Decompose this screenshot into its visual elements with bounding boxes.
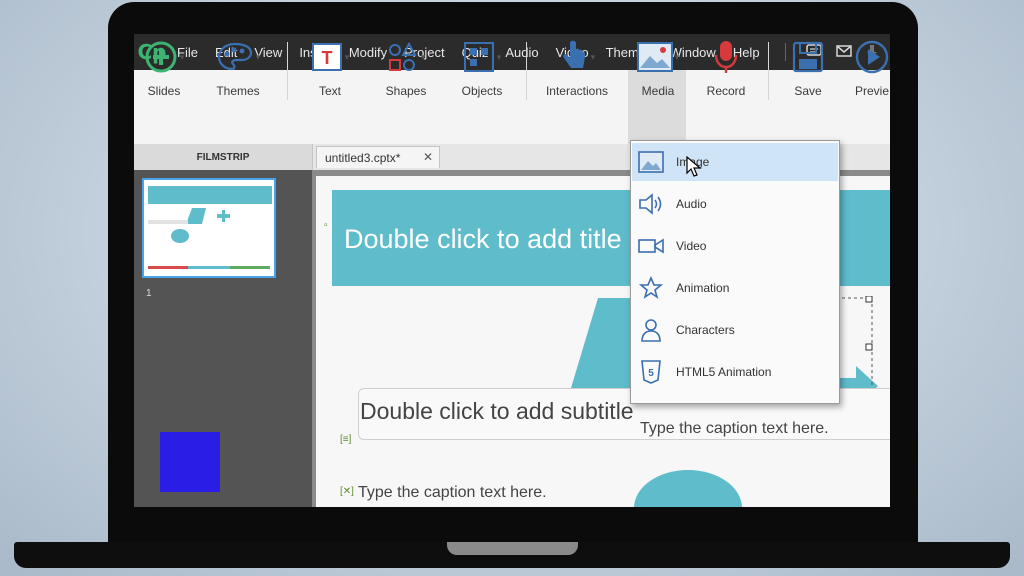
title-placeholder[interactable]: Double click to add title [344, 224, 622, 255]
microphone-icon [713, 34, 739, 80]
caption-text-right[interactable]: Type the caption text here. [640, 420, 829, 438]
svg-text:5: 5 [648, 368, 654, 379]
html5-icon: 5 [638, 359, 664, 385]
play-icon [855, 34, 889, 80]
interactions-button[interactable]: ▾ Interactions [542, 34, 612, 108]
shapes-button[interactable]: ▾ Shapes [378, 34, 434, 108]
preview-label: Previe [854, 84, 889, 98]
menu-item-label: Audio [676, 197, 707, 211]
text-icon: T ▾ [311, 34, 349, 80]
record-button[interactable]: Record [700, 34, 752, 108]
floppy-icon [792, 34, 824, 80]
themes-label: Themes [216, 84, 260, 98]
slide-thumbnail[interactable] [142, 178, 276, 278]
toolbar-divider [768, 42, 769, 100]
n-logo [160, 432, 220, 492]
subtitle-placeholder[interactable]: Double click to add subtitle [360, 398, 634, 425]
shapes-icon: ▾ [387, 34, 425, 80]
text-button[interactable]: T ▾ Text [302, 34, 358, 108]
toolbar-divider [287, 42, 288, 100]
caption-marker-icon: [✕] [340, 486, 354, 497]
svg-text:T: T [321, 48, 332, 68]
toolbar-divider [526, 42, 527, 100]
objects-button[interactable]: ▾ Objects [454, 34, 510, 108]
speaker-icon [638, 191, 664, 217]
media-button[interactable]: ▾ Media [630, 34, 686, 108]
menu-item-label: Animation [676, 281, 730, 295]
menu-item-video[interactable]: Video [632, 227, 838, 265]
laptop-notch [447, 542, 578, 555]
document-tab-title: untitled3.cptx* [325, 150, 401, 165]
save-label: Save [794, 84, 822, 98]
add-slide-icon: ▾ [144, 34, 184, 80]
title-marker-icon: ▫ [324, 220, 328, 231]
filmstrip-header: FILMSTRIP [134, 144, 313, 170]
subtitle-marker-icon: [≡] [340, 434, 352, 445]
menu-audio[interactable]: Audio [505, 45, 538, 60]
menu-item-image[interactable]: Image [632, 143, 838, 181]
menu-item-audio[interactable]: Audio [632, 185, 838, 223]
ellipse-shape[interactable] [632, 468, 744, 507]
tab-document[interactable]: untitled3.cptx* ✕ [316, 146, 440, 168]
app-window: Cp File Edit View Insert Modify Project … [134, 34, 890, 507]
shapes-label: Shapes [385, 84, 427, 98]
slide-number: 1 [146, 288, 152, 299]
text-label: Text [318, 84, 341, 98]
image-icon [638, 149, 664, 175]
menu-item-label: Video [676, 239, 707, 253]
star-icon [638, 275, 664, 301]
mouse-cursor-icon [686, 156, 702, 177]
caption-text-left[interactable]: Type the caption text here. [358, 484, 547, 502]
menu-item-html5-animation[interactable]: 5 HTML5 Animation [632, 353, 838, 391]
menu-item-label: HTML5 Animation [676, 365, 772, 379]
person-icon [638, 317, 664, 343]
preview-button[interactable]: Previe [848, 34, 890, 108]
objects-icon: ▾ [463, 34, 501, 80]
hand-pointer-icon: ▾ [559, 34, 595, 80]
themes-button[interactable]: ▾ Themes [206, 34, 270, 108]
image-icon: ▾ [636, 34, 679, 80]
record-label: Record [706, 84, 746, 98]
close-icon[interactable]: ✕ [423, 150, 433, 164]
media-label: Media [641, 84, 675, 98]
save-button[interactable]: Save [784, 34, 832, 108]
media-dropdown-menu: Image Audio Video Animation Characters [630, 140, 840, 404]
menu-item-animation[interactable]: Animation [632, 269, 838, 307]
filmstrip-panel: 1 [134, 170, 312, 507]
objects-label: Objects [461, 84, 503, 98]
interactions-label: Interactions [545, 84, 609, 98]
slides-label: Slides [147, 84, 181, 98]
menu-item-characters[interactable]: Characters [632, 311, 838, 349]
menu-item-label: Characters [676, 323, 735, 337]
slides-button[interactable]: ▾ Slides [138, 34, 190, 108]
video-camera-icon [638, 233, 664, 259]
palette-icon: ▾ [216, 34, 260, 80]
